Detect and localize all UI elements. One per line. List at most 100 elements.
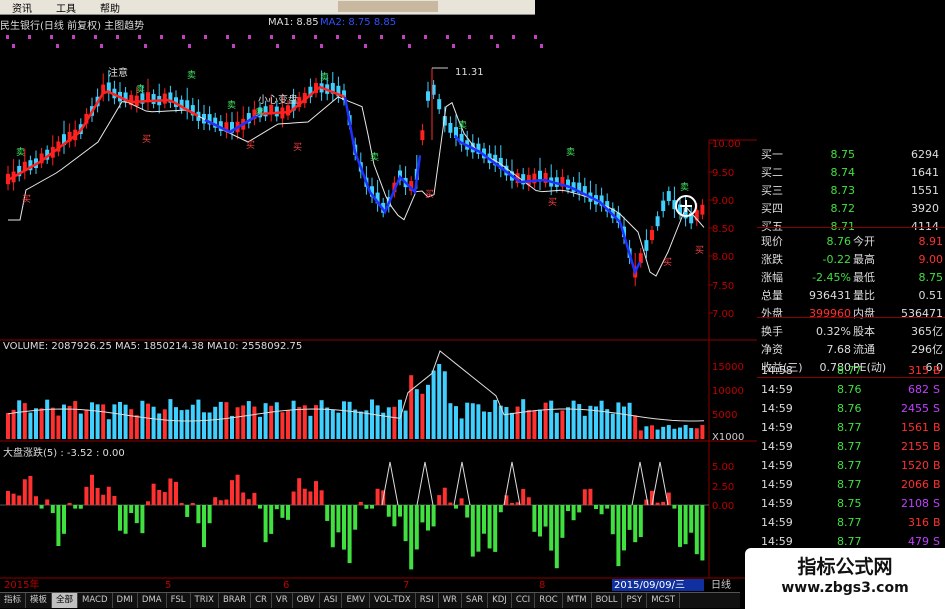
tab-rsi[interactable]: RSI: [416, 593, 439, 608]
volume-bar: [661, 426, 666, 439]
indicator-bar: [190, 503, 195, 505]
indicator-bar: [174, 481, 178, 505]
stats-label: 量比: [853, 289, 875, 302]
indicator-bar: [34, 496, 38, 505]
tab-kdj[interactable]: KDJ: [488, 593, 512, 608]
indicator-bar: [252, 492, 257, 505]
signal-mark: [248, 35, 251, 39]
indicator-bar: [538, 505, 542, 537]
indicator-bar: [123, 505, 128, 534]
indicator-bar: [498, 505, 503, 513]
tab-wr[interactable]: WR: [439, 593, 462, 608]
volume-bar: [493, 399, 498, 439]
volume-bar: [526, 409, 531, 439]
candle-body: [274, 106, 279, 117]
watermark-title: 指标公式网: [797, 556, 893, 578]
tab-模板[interactable]: 模板: [26, 593, 53, 608]
tab-psy[interactable]: PSY: [622, 593, 648, 608]
indicator-bar: [146, 501, 150, 505]
volume-bar: [426, 384, 430, 439]
volume-bar: [605, 409, 610, 439]
indicator-bar: [90, 474, 94, 505]
tab-macd[interactable]: MACD: [78, 593, 113, 608]
tick-price: 8.77: [837, 421, 862, 434]
tick-side: S: [933, 497, 940, 510]
tab-emv[interactable]: EMV: [342, 593, 370, 608]
tick-side: B: [933, 440, 941, 453]
buy-signal: 买: [22, 194, 31, 205]
tab-obv[interactable]: OBV: [293, 593, 320, 608]
volume-bar: [644, 426, 649, 439]
stats-value: 365亿: [911, 325, 943, 338]
tab-vol-tdx[interactable]: VOL-TDX: [370, 593, 416, 608]
signal-mark: [446, 35, 449, 39]
tick-volume: 2066: [901, 478, 929, 491]
volume-bar: [532, 410, 537, 439]
indicator-bar: [454, 505, 458, 509]
indicator-bar: [258, 505, 262, 509]
volume-bar: [319, 400, 324, 439]
volume-bar: [230, 415, 234, 439]
price-tick-label: 7.00: [712, 309, 734, 320]
indicator-bar: [610, 505, 615, 535]
order-book-price: 8.74: [830, 166, 856, 179]
signal-mark: [144, 44, 147, 48]
tab-boll[interactable]: BOLL: [592, 593, 623, 608]
tick-price: 8.77: [837, 459, 862, 472]
tab-mtm[interactable]: MTM: [563, 593, 592, 608]
sell-signal: 卖: [255, 107, 264, 118]
volume-bar: [286, 410, 290, 439]
order-book-row: 买一 8.75 6294: [757, 146, 945, 164]
indicator-peak-line: [651, 461, 669, 506]
volume-bar: [442, 371, 447, 439]
tick-volume: 1561: [901, 421, 929, 434]
peak-label: 11.31: [455, 67, 484, 78]
tab-sar[interactable]: SAR: [462, 593, 489, 608]
tab-vr[interactable]: VR: [272, 593, 293, 608]
stats-label: 涨幅: [761, 271, 783, 284]
stats-value: 0.32%: [816, 325, 851, 338]
signal-mark: [358, 35, 361, 39]
stats-row: 换手 0.32% 股本 365亿: [757, 323, 945, 341]
tab-fsl[interactable]: FSL: [167, 593, 191, 608]
tab-mcst[interactable]: MCST: [647, 593, 681, 608]
indicator-bar: [560, 505, 565, 538]
sell-signal: 卖: [566, 147, 575, 158]
stats-label: 总量: [761, 289, 783, 302]
tab-全部[interactable]: 全部: [52, 593, 79, 608]
main-chart[interactable]: 10.00 9.50 9.00 8.50 8.00 7.50 7.00 注意小心变盘 11.3…: [0, 0, 757, 592]
indicator-bar: [129, 505, 134, 513]
volume-bar: [616, 402, 621, 439]
stats-row: 外盘 399960 内盘 536471: [757, 305, 945, 323]
tab-trix[interactable]: TRIX: [191, 593, 219, 608]
tab-brar[interactable]: BRAR: [219, 593, 252, 608]
tab-roc[interactable]: ROC: [535, 593, 563, 608]
tick-time: 14:59: [761, 402, 793, 415]
signal-mark: [380, 35, 383, 39]
tick-volume: 2455: [901, 402, 929, 415]
stats-value: 0.51: [918, 289, 944, 302]
tick-volume: 316: [908, 516, 929, 529]
tab-cci[interactable]: CCI: [512, 593, 536, 608]
date-tick-label: 2015年: [4, 578, 39, 591]
volume-bar: [62, 404, 66, 439]
signal-mark: [116, 35, 119, 39]
tab-dma[interactable]: DMA: [138, 593, 167, 608]
tick-time: 14:59: [761, 383, 793, 396]
tab-asi[interactable]: ASI: [320, 593, 343, 608]
tick-row: 14:59 8.75 2108 S: [757, 495, 945, 512]
volume-bar: [95, 404, 100, 439]
date-tick-label: 5: [165, 580, 171, 591]
tab-指标[interactable]: 指标: [0, 593, 27, 608]
order-book-price: 8.75: [830, 148, 856, 161]
sell-signal: 卖: [187, 70, 196, 81]
signal-mark: [270, 35, 273, 39]
volume-bar: [280, 412, 285, 439]
volume-bar: [336, 412, 341, 439]
tab-cr[interactable]: CR: [251, 593, 272, 608]
volume-bar: [90, 402, 94, 439]
indicator-bar: [633, 505, 638, 543]
tick-row: 14:58 8.77 315 B: [757, 362, 945, 379]
volume-bar: [375, 405, 380, 439]
tab-dmi[interactable]: DMI: [113, 593, 138, 608]
